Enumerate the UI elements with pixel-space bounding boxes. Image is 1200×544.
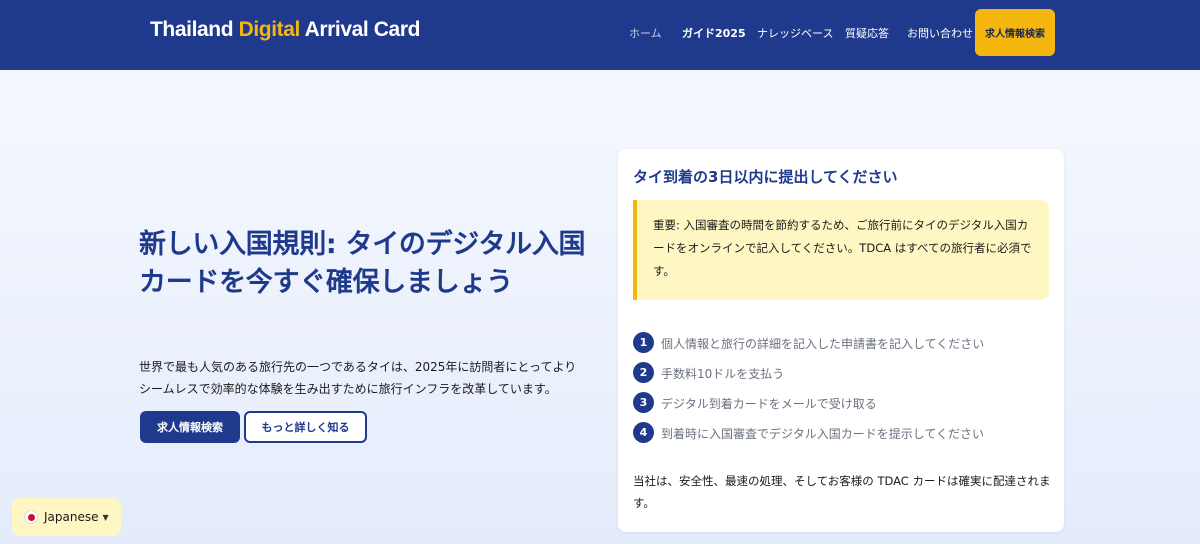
hero-primary-button[interactable]: 求人情報検索 (140, 411, 240, 443)
japan-flag-icon (24, 510, 38, 524)
step-item: 4 到着時に入国審査でデジタル入国カードを提示してください (633, 422, 1053, 444)
logo-text-digital: Digital (238, 18, 301, 41)
step-item: 1 個人情報と旅行の詳細を記入した申請書を記入してください (633, 332, 1053, 354)
nav-faq[interactable]: 質疑応答 (845, 25, 889, 41)
step-number: 4 (633, 422, 654, 443)
step-item: 2 手数料10ドルを支払う (633, 362, 1053, 384)
header-cta-button[interactable]: 求人情報検索 (975, 9, 1055, 56)
nav-contact[interactable]: お問い合わせ (907, 25, 973, 41)
language-label: Japanese (44, 510, 99, 524)
step-number: 1 (633, 332, 654, 353)
submission-card: タイ到着の3日以内に提出してください 重要: 入国審査の時間を節約するため、ご旅… (618, 149, 1064, 532)
nav-guide-2025[interactable]: ガイド2025 (682, 25, 746, 41)
learn-more-button[interactable]: もっと詳しく知る (244, 411, 367, 443)
hero-title: 新しい入国規則: タイのデジタル入国カードを今すぐ確保しましょう (139, 229, 586, 298)
step-text: 手数料10ドルを支払う (661, 367, 785, 381)
step-text: 到着時に入国審査でデジタル入国カードを提示してください (661, 427, 985, 441)
language-selector[interactable]: Japanese ▼ (12, 498, 121, 536)
hero-description: 世界で最も人気のある旅行先の一つであるタイは、2025年に訪問者にとってよりシー… (139, 360, 577, 396)
step-number: 2 (633, 362, 654, 383)
step-text: デジタル到着カードをメールで受け取る (661, 397, 877, 411)
important-notice: 重要: 入国審査の時間を節約するため、ご旅行前にタイのデジタル入国カードをオンラ… (633, 200, 1049, 300)
logo-text-thailand: Thailand (150, 18, 239, 41)
card-title: タイ到着の3日以内に提出してください (633, 168, 898, 186)
nav-knowledge-base[interactable]: ナレッジベース (757, 25, 833, 41)
site-header: Thailand Digital Arrival Card ホーム ガイド202… (0, 0, 1200, 70)
card-footer-text: 当社は、安全性、最速の処理、そしてお客様の TDAC カードは確実に配達されます… (633, 474, 1051, 510)
caret-down-icon: ▼ (102, 512, 109, 522)
step-number: 3 (633, 392, 654, 413)
site-logo[interactable]: Thailand Digital Arrival Card (150, 18, 420, 42)
nav-home[interactable]: ホーム (629, 25, 662, 41)
logo-text-arrival-card: Arrival Card (299, 18, 421, 41)
step-text: 個人情報と旅行の詳細を記入した申請書を記入してください (661, 337, 985, 351)
step-item: 3 デジタル到着カードをメールで受け取る (633, 392, 1053, 414)
